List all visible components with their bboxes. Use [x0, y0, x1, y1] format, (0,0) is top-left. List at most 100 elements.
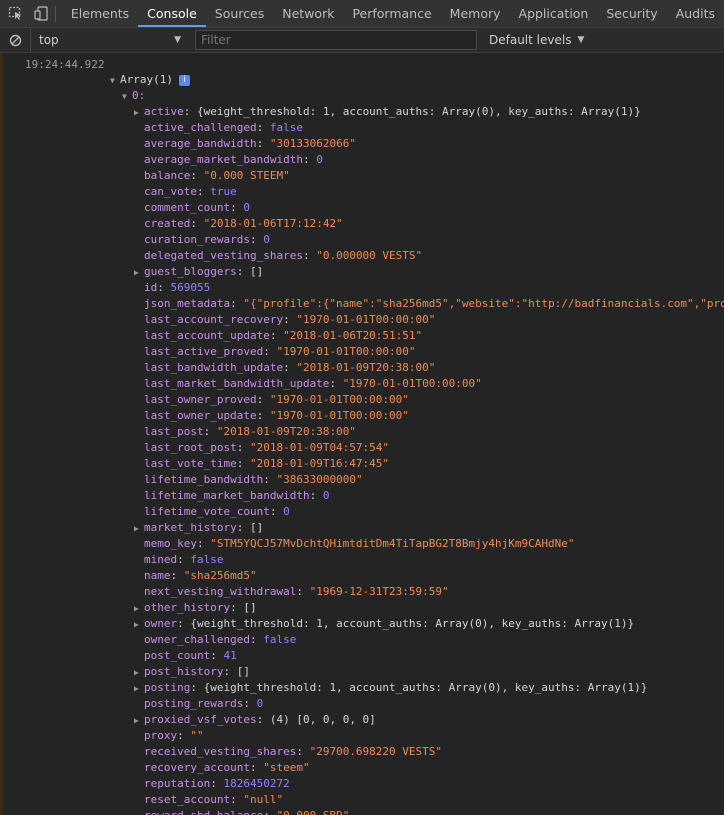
property-value: "1969-12-31T23:59:59" — [309, 585, 449, 598]
tab-sources[interactable]: Sources — [206, 0, 273, 27]
collapsed-triangle-icon: ▶ — [134, 108, 139, 117]
property-row: name: "sha256md5" — [134, 568, 257, 584]
property-value: "2018-01-09T20:38:00" — [296, 361, 436, 374]
collapsed-triangle-icon: ▶ — [134, 268, 139, 277]
property-value: "2018-01-09T20:38:00" — [216, 425, 356, 438]
collapsed-triangle-icon: ▶ — [134, 716, 139, 725]
property-key: last_owner_proved — [144, 393, 257, 406]
property-row: memo_key: "STM5YQCJ57MvDchtQHimtditDm4Ti… — [134, 536, 574, 552]
property-key: post_count — [144, 649, 211, 662]
log-levels-dropdown[interactable]: Default levels ▼ — [481, 33, 592, 47]
property-value: "30133062066" — [269, 137, 356, 150]
key-separator: : — [196, 537, 211, 550]
tab-application[interactable]: Application — [510, 0, 598, 27]
property-value: "{"profile":{"name":"sha256md5","website… — [243, 297, 724, 310]
key-separator: : — [302, 249, 317, 262]
property-row[interactable]: ▶ post_history: [] — [134, 664, 250, 680]
property-key: next_vesting_withdrawal — [144, 585, 297, 598]
property-key: last_vote_time — [144, 457, 237, 470]
property-value: "null" — [243, 793, 284, 806]
property-row: reputation: 1826450272 — [134, 776, 290, 792]
property-value: [] — [243, 601, 257, 614]
property-row[interactable]: ▶ active: {weight_threshold: 1, account_a… — [134, 104, 641, 120]
property-row: recovery_account: "steem" — [134, 760, 310, 776]
context-selector[interactable]: top ▼ — [30, 28, 189, 52]
property-key: reputation — [144, 777, 211, 790]
property-key: owner_challenged — [144, 633, 250, 646]
property-row: last_owner_update: "1970-01-01T00:00:00" — [134, 408, 409, 424]
key-separator: : — [230, 793, 244, 806]
property-value: "0.000 STEEM" — [203, 169, 290, 182]
property-value: "1970-01-01T00:00:00" — [296, 313, 436, 326]
tab-performance[interactable]: Performance — [343, 0, 440, 27]
property-value: 1826450272 — [223, 777, 290, 790]
key-separator: : — [256, 409, 270, 422]
device-toolbar-icon[interactable] — [31, 0, 51, 27]
property-row[interactable]: ▶ proxied_vsf_votes: (4) [0, 0, 0, 0] — [134, 712, 376, 728]
property-value: 41 — [223, 649, 237, 662]
property-value: 0 — [263, 233, 270, 246]
key-separator: : — [157, 281, 171, 294]
tab-audits[interactable]: Audits — [667, 0, 724, 27]
array-index-row[interactable]: ▼ 0: — [122, 88, 145, 104]
property-row: proxy: "" — [134, 728, 204, 744]
property-value: [] — [249, 521, 264, 534]
key-separator: : — [269, 329, 284, 342]
property-key: last_root_post — [144, 441, 237, 454]
key-separator: : — [190, 169, 204, 182]
clear-console-icon[interactable] — [0, 34, 30, 47]
property-row[interactable]: ▶ other_history: [] — [134, 600, 257, 616]
property-key: lifetime_bandwidth — [144, 473, 264, 486]
property-value: false — [263, 633, 297, 646]
tab-elements[interactable]: Elements — [62, 0, 138, 27]
inspect-element-icon[interactable] — [0, 0, 31, 27]
property-row: last_market_bandwidth_update: "1970-01-0… — [134, 376, 482, 392]
console-toolbar: top ▼ Default levels ▼ — [0, 28, 724, 53]
property-value: "0.000 SBD" — [276, 809, 349, 815]
tab-security[interactable]: Security — [597, 0, 666, 27]
property-value: false — [269, 121, 303, 134]
property-row[interactable]: ▶ market_history: [] — [134, 520, 263, 536]
key-separator: : — [177, 553, 191, 566]
property-key: delegated_vesting_shares — [144, 249, 303, 262]
tab-console[interactable]: Console — [138, 0, 206, 27]
property-key: created — [144, 217, 191, 230]
collapsed-triangle-icon: ▶ — [134, 620, 139, 629]
tab-network[interactable]: Network — [273, 0, 343, 27]
array-header[interactable]: ▼ Array(1) i — [110, 72, 190, 88]
log-timestamp: 19:24:44.922 — [25, 58, 105, 71]
property-row: created: "2018-01-06T17:12:42" — [134, 216, 343, 232]
devtools-tab-bar: Elements Console Sources Network Performance… — [0, 0, 724, 28]
property-row[interactable]: ▶ posting: {weight_threshold: 1, account_… — [134, 680, 647, 696]
property-key: average_bandwidth — [144, 137, 257, 150]
context-label: top — [39, 33, 59, 47]
property-key: last_owner_update — [144, 409, 257, 422]
key-separator: : — [256, 713, 270, 726]
key-separator: : — [236, 457, 250, 470]
property-row: id: 569055 — [134, 280, 210, 296]
property-value: [] — [236, 665, 250, 678]
key-separator: : — [249, 633, 264, 646]
property-value: "1970-01-01T00:00:00" — [269, 409, 409, 422]
property-key: guest_bloggers — [144, 265, 237, 278]
key-separator: : — [223, 665, 237, 678]
key-separator: : — [283, 313, 297, 326]
key-separator: : — [236, 441, 250, 454]
filter-input[interactable] — [195, 30, 477, 50]
property-row[interactable]: ▶ owner: {weight_threshold: 1, account_au… — [134, 616, 634, 632]
key-separator: : — [249, 761, 264, 774]
key-separator: : — [177, 617, 191, 630]
collapsed-triangle-icon: ▶ — [134, 524, 139, 533]
property-key: proxy — [144, 729, 178, 742]
expanded-triangle-icon: ▼ — [110, 76, 115, 85]
key-separator: : — [269, 505, 284, 518]
property-row: lifetime_vote_count: 0 — [134, 504, 290, 520]
key-separator: : — [296, 745, 310, 758]
key-separator: : — [196, 185, 211, 198]
property-row[interactable]: ▶ guest_bloggers: [] — [134, 264, 263, 280]
info-icon[interactable]: i — [178, 74, 190, 86]
property-value: "steem" — [263, 761, 310, 774]
tab-memory[interactable]: Memory — [441, 0, 510, 27]
key-separator: : — [170, 569, 184, 582]
collapsed-triangle-icon: ▶ — [134, 668, 139, 677]
